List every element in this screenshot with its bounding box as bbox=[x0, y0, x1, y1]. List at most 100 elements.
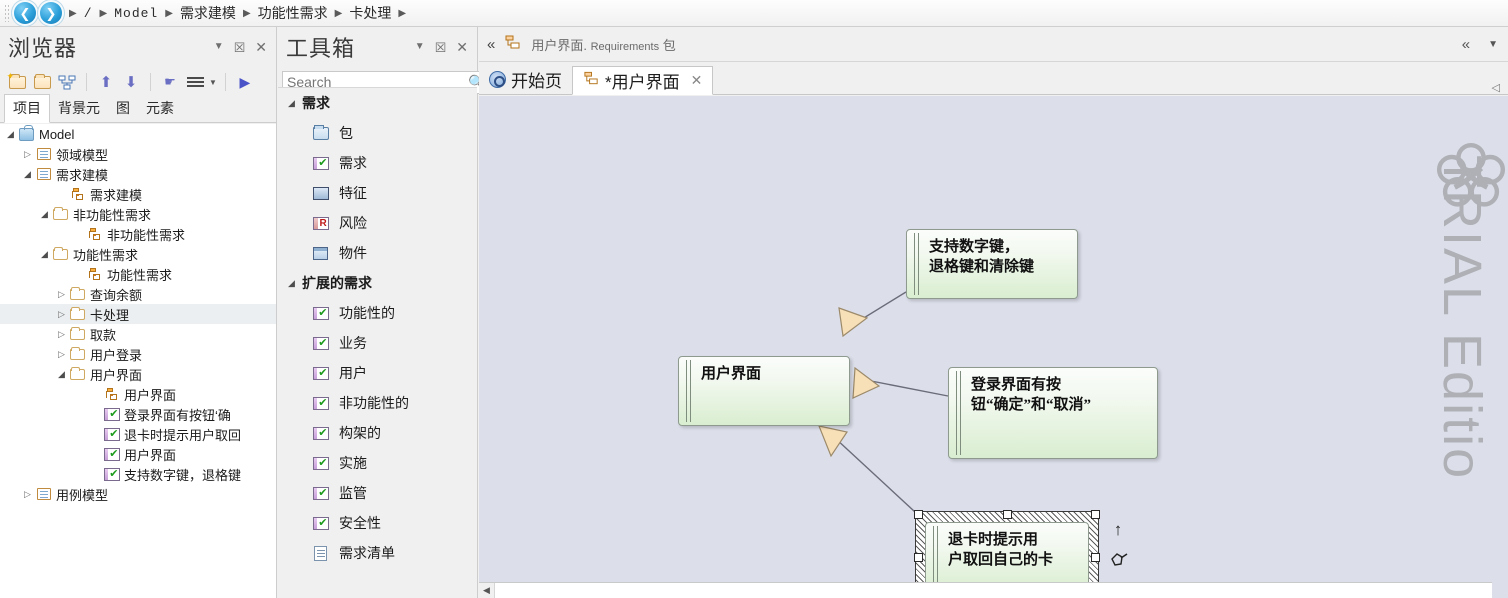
tree-item-7[interactable]: 功能性需求 bbox=[0, 264, 276, 284]
tree-item-14[interactable]: 登录界面有按钮‘确 bbox=[0, 404, 276, 424]
breadcrumb-item-1[interactable]: Model bbox=[114, 6, 158, 21]
resize-handle-w[interactable] bbox=[914, 553, 923, 562]
toolbox-group-0[interactable]: ◢ 需求 bbox=[278, 88, 477, 118]
toolbox-item-1-7[interactable]: 安全性 bbox=[278, 508, 477, 538]
diagram-canvas[interactable]: TRIAL Editio 用户界面 支持数字键， 退格键和清除键 登录界面有按 … bbox=[479, 96, 1508, 598]
toolbox-item-1-1[interactable]: 业务 bbox=[278, 328, 477, 358]
element-user-interface[interactable]: 用户界面 bbox=[678, 356, 850, 426]
toolbox-item-1-6[interactable]: 监管 bbox=[278, 478, 477, 508]
tree-item-4[interactable]: ◢ 非功能性需求 bbox=[0, 204, 276, 224]
nav-forward-button[interactable]: ❯ bbox=[40, 2, 62, 24]
tab-close-icon[interactable]: ✕ bbox=[691, 72, 703, 89]
toolbox-group-twisty[interactable]: ◢ bbox=[285, 98, 298, 109]
tree-item-icon bbox=[17, 124, 36, 141]
toolbox-item-1-8[interactable]: 需求清单 bbox=[278, 538, 477, 568]
tree-item-11[interactable]: ▷ 用户登录 bbox=[0, 344, 276, 364]
tree-twisty-closed[interactable]: ▷ bbox=[55, 309, 68, 320]
element-numeric-keys[interactable]: 支持数字键， 退格键和清除键 bbox=[906, 229, 1078, 299]
quick-format-brush-icon[interactable] bbox=[1108, 552, 1128, 573]
toolbox-item-1-0[interactable]: 功能性的 bbox=[278, 298, 477, 328]
tree-item-13[interactable]: 用户界面 bbox=[0, 384, 276, 404]
toolbox-close-icon[interactable]: ✕ bbox=[456, 40, 468, 54]
open-folder-icon[interactable] bbox=[31, 71, 53, 93]
move-down-icon[interactable]: ⬇ bbox=[120, 71, 142, 93]
list-menu-caret-icon[interactable]: ▼ bbox=[209, 78, 217, 87]
scroll-left-button[interactable]: ◀ bbox=[479, 583, 495, 598]
tree-item-12[interactable]: ◢ 用户界面 bbox=[0, 364, 276, 384]
tree-twisty-closed[interactable]: ▷ bbox=[55, 329, 68, 340]
tree-twisty-closed[interactable]: ▷ bbox=[55, 349, 68, 360]
tree-twisty-closed[interactable]: ▷ bbox=[21, 489, 34, 500]
toolbox-item-1-4[interactable]: 构架的 bbox=[278, 418, 477, 448]
toolbox-group-twisty[interactable]: ◢ bbox=[285, 278, 298, 289]
browser-menu-caret-icon[interactable]: ▼ bbox=[214, 42, 224, 52]
tab-overflow-icon[interactable]: ◁ bbox=[1492, 81, 1508, 94]
tree-item-15[interactable]: 退卡时提示用户取回 bbox=[0, 424, 276, 444]
toolbox-item-0-4[interactable]: 物件 bbox=[278, 238, 477, 268]
tab-start-page[interactable]: 开始页 bbox=[479, 65, 572, 94]
tab-user-interface[interactable]: *用户界面 ✕ bbox=[572, 66, 714, 95]
toolbox-item-0-1[interactable]: 需求 bbox=[278, 148, 477, 178]
browser-tab-context[interactable]: 背景元 bbox=[50, 95, 108, 122]
move-up-icon[interactable]: ⬆ bbox=[95, 71, 117, 93]
breadcrumb-item-3[interactable]: 功能性需求 bbox=[258, 3, 328, 23]
tree-item-2[interactable]: ◢ 需求建模 bbox=[0, 164, 276, 184]
tree-item-18[interactable]: ▷ 用例模型 bbox=[0, 484, 276, 504]
quick-link-arrow-icon[interactable]: ↑ bbox=[1114, 521, 1123, 538]
breadcrumb-item-0[interactable]: / bbox=[84, 6, 93, 21]
resize-handle-n[interactable] bbox=[1003, 510, 1012, 519]
tree-item-3[interactable]: 需求建模 bbox=[0, 184, 276, 204]
toolbox-item-icon bbox=[311, 366, 330, 380]
toolbox-item-1-5[interactable]: 实施 bbox=[278, 448, 477, 478]
double-chevron-left-icon[interactable]: « bbox=[487, 36, 495, 53]
tree-twisty-open[interactable]: ◢ bbox=[38, 209, 51, 220]
toolbox-item-1-2[interactable]: 用户 bbox=[278, 358, 477, 388]
tree-twisty-closed[interactable]: ▷ bbox=[21, 149, 34, 160]
tree-twisty-open[interactable]: ◢ bbox=[21, 169, 34, 180]
diagram-icon[interactable] bbox=[56, 71, 78, 93]
tree-item-6[interactable]: ◢ 功能性需求 bbox=[0, 244, 276, 264]
toolbox-item-0-3[interactable]: 风险 bbox=[278, 208, 477, 238]
horizontal-scrollbar[interactable]: ◀ bbox=[479, 582, 1492, 598]
ribbon-dropdown-icon[interactable]: ▼ bbox=[1488, 39, 1498, 50]
tree-item-16[interactable]: 用户界面 bbox=[0, 444, 276, 464]
toolbox-item-1-3[interactable]: 非功能性的 bbox=[278, 388, 477, 418]
toolbox-menu-caret-icon[interactable]: ▼ bbox=[415, 42, 425, 52]
tree-item-10[interactable]: ▷ 取款 bbox=[0, 324, 276, 344]
tree-item-17[interactable]: 支持数字键，退格键 bbox=[0, 464, 276, 484]
resize-handle-nw[interactable] bbox=[914, 510, 923, 519]
element-login-buttons[interactable]: 登录界面有按 钮“确定”和“取消” bbox=[948, 367, 1158, 459]
tree-item-8[interactable]: ▷ 查询余额 bbox=[0, 284, 276, 304]
breadcrumb-item-4[interactable]: 卡处理 bbox=[349, 3, 391, 23]
list-menu-icon[interactable] bbox=[184, 71, 206, 93]
breadcrumb-item-2[interactable]: 需求建模 bbox=[180, 3, 236, 23]
tree-twisty-open[interactable]: ◢ bbox=[38, 249, 51, 260]
tree-item-5[interactable]: 非功能性需求 bbox=[0, 224, 276, 244]
toolbox-item-0-0[interactable]: 包 bbox=[278, 118, 477, 148]
toolbar-grip[interactable] bbox=[4, 4, 10, 22]
toolbox-item-0-2[interactable]: 特征 bbox=[278, 178, 477, 208]
browser-close-icon[interactable]: ✕ bbox=[255, 40, 267, 54]
toolbox-pin-icon[interactable]: ☒ bbox=[435, 41, 447, 54]
tree-item-icon bbox=[102, 387, 121, 401]
pointer-icon[interactable]: ☛ bbox=[159, 71, 181, 93]
tree-twisty-open[interactable]: ◢ bbox=[4, 129, 17, 140]
tree-item-1[interactable]: ▷ 领域模型 bbox=[0, 144, 276, 164]
browser-tab-project[interactable]: 项目 bbox=[4, 94, 50, 123]
browser-pin-icon[interactable]: ☒ bbox=[234, 41, 246, 54]
project-tree[interactable]: ◢ Model ▷ 领域模型 ◢ 需求建模 需求建模 ◢ 非功能性需求 非功能性需求 ◢ 功能性需求功… bbox=[0, 124, 276, 598]
new-package-icon[interactable] bbox=[6, 71, 28, 93]
toolbox-group-1[interactable]: ◢ 扩展的需求 bbox=[278, 268, 477, 298]
tree-item-0[interactable]: ◢ Model bbox=[0, 124, 276, 144]
nav-back-button[interactable]: ❮ bbox=[14, 2, 36, 24]
tree-twisty-closed[interactable]: ▷ bbox=[55, 289, 68, 300]
tree-twisty-open[interactable]: ◢ bbox=[55, 369, 68, 380]
tree-item-9[interactable]: ▷ 卡处理 bbox=[0, 304, 276, 324]
resize-handle-e[interactable] bbox=[1091, 553, 1100, 562]
run-icon[interactable]: ▶ bbox=[234, 71, 256, 93]
browser-tab-element[interactable]: 元素 bbox=[138, 95, 182, 122]
collapse-ribbon-icon[interactable]: « bbox=[1462, 36, 1470, 53]
browser-tab-diagram[interactable]: 图 bbox=[108, 95, 138, 122]
toolbox-item-label: 包 bbox=[339, 125, 353, 141]
resize-handle-ne[interactable] bbox=[1091, 510, 1100, 519]
